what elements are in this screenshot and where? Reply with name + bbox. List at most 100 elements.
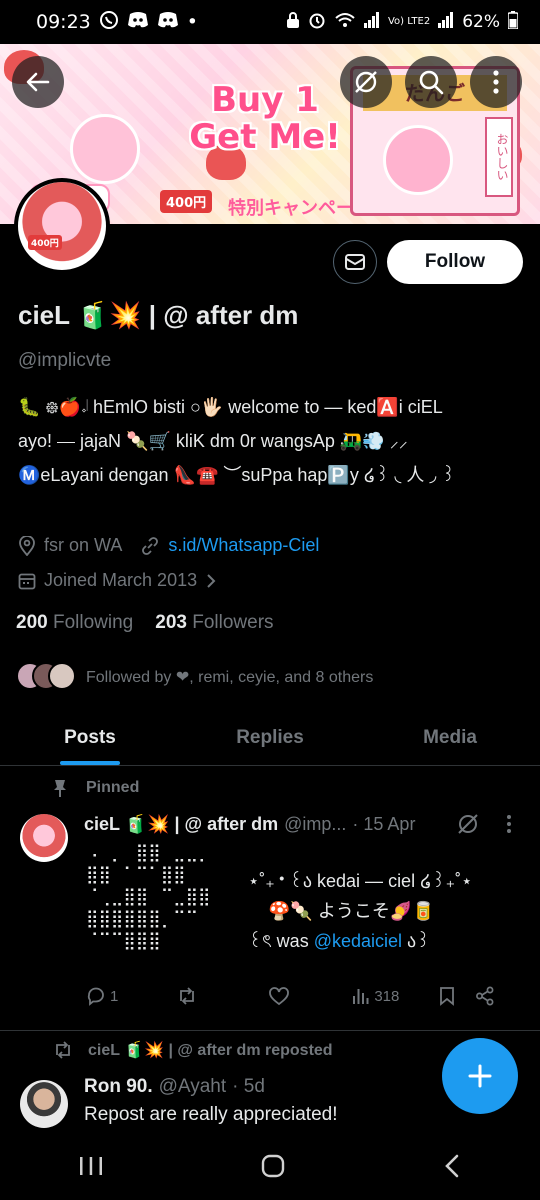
wifi-icon [334,11,356,34]
notification-dot: • [186,11,198,33]
banner-promo-text: Buy 1 Get Me! [189,80,341,157]
tab-replies[interactable]: Replies [180,710,360,765]
repost-icon [180,987,195,1005]
reply-button[interactable]: 1 [86,986,118,1006]
profile-website-link[interactable]: s.id/Whatsapp-Ciel [168,535,319,556]
post-author-handle: @imp... [284,814,347,834]
post-more-button[interactable] [506,814,512,838]
views-chart-icon [353,989,369,1004]
home-button[interactable] [260,1153,286,1183]
stall-oishii-sign: おいしい [485,117,513,197]
repost-date: · 5d [232,1076,265,1097]
battery-icon [507,10,519,34]
followers-label: Followers [192,612,274,633]
profile-bio: 🐛 ᪥🍎𝆹𝅥 hEmlO bisti ○🖐🏻 welcome to — ked🅰… [18,390,528,492]
bio-line: Ⓜ️eLayani dengan 👠☎️ ︶suPpa hap🅿️y ໒꒱ ◟ … [18,465,456,485]
pinned-indicator: Pinned [52,778,139,798]
character-illustration [383,125,453,195]
discord-icon [127,11,149,33]
vertical-dots-icon [507,815,511,833]
profile-location: fsr on WA [44,535,123,555]
post-divider [0,1030,540,1031]
reply-icon [87,987,104,1006]
following-label: Following [52,612,134,633]
post-braille-art: ⠠⠀⡀⠀⣿⣿⠀⣀⣀⡀ ⣿⣿⠀⠁⠉⠁⣿⣿⠀ ⠈⢀⣀⣿⣿⠀⠉⣀⣿⣿ ⣿⣿⣿⣿⣿⣿⡀⠉… [86,843,211,951]
follow-counts: 200 Following 203 Followers [16,612,274,634]
system-back-button[interactable] [442,1153,462,1183]
bookmark-button[interactable] [439,986,455,1006]
search-icon [419,70,444,95]
repost-button[interactable] [176,986,202,1006]
tab-posts[interactable]: Posts [0,710,180,765]
following-count: 200 [16,612,48,633]
compose-post-button[interactable] [442,1038,518,1114]
signal-icon [363,11,380,33]
profile-joined-row[interactable]: Joined March 2013 [18,570,217,591]
grok-post-button[interactable] [456,812,480,840]
post-author-avatar[interactable] [20,814,68,862]
whatsapp-icon [99,10,119,34]
alarm-icon [308,11,326,34]
like-button[interactable] [268,986,294,1006]
views-button[interactable]: 318 [352,987,399,1005]
followed-by-text: Followed by ❤, remi, ceyie, and 8 others [86,669,374,686]
location-pin-icon [19,535,35,556]
more-options-button[interactable] [470,56,522,108]
calendar-icon [18,573,36,589]
character-illustration [70,114,140,184]
repost-text: Repost are really appreciated! [84,1104,338,1125]
post-author-name[interactable]: cieL 🧃💥 | @ after dm [84,814,278,835]
recent-apps-button[interactable] [78,1154,104,1182]
repost-indicator: cieL 🧃💥 | @ after dm reposted [52,1040,333,1060]
reply-count: 1 [110,987,119,1005]
post-mention-link[interactable]: @kedaiciel [314,931,402,951]
post-header: cieL 🧃💥 | @ after dm @imp... · 15 Apr [84,814,415,835]
home-icon [261,1154,285,1178]
signal-icon [438,11,454,33]
follower-avatars [16,662,76,692]
grok-icon [458,814,478,834]
grok-icon [355,71,377,93]
battery-percent: 62% [462,12,500,32]
plus-icon [468,1064,492,1088]
followers-link[interactable]: 203 Followers [155,612,273,634]
repost-author-avatar[interactable] [20,1080,68,1128]
profile-joined-date: Joined March 2013 [44,570,198,590]
lock-icon [286,11,300,34]
pin-icon [54,780,66,797]
recent-apps-icon [80,1157,102,1175]
envelope-icon [345,254,365,270]
share-button[interactable] [475,986,495,1006]
vertical-dots-icon [493,70,499,94]
followed-by-row[interactable]: Followed by ❤, remi, ceyie, and 8 others [16,662,373,692]
discord-icon [157,11,179,33]
bio-line: 🐛 ᪥🍎𝆹𝅥 hEmlO bisti ○🖐🏻 welcome to — ked🅰… [18,397,443,417]
bookmark-icon [440,987,455,1006]
following-link[interactable]: 200 Following [16,612,133,634]
message-button[interactable] [333,240,377,284]
profile-handle: @implicvte [18,350,112,371]
system-nav-bar [0,1136,540,1200]
repost-author-handle: @Ayaht [158,1076,227,1097]
chevron-left-icon [445,1154,459,1178]
profile-avatar[interactable]: 400円 [14,178,110,274]
followers-count: 203 [155,612,187,633]
chevron-right-icon [207,573,216,588]
back-button[interactable] [12,56,64,108]
avatar [48,662,76,690]
tab-media[interactable]: Media [360,710,540,765]
link-icon [142,536,159,555]
avatar-price-badge: 400円 [28,235,62,250]
views-count: 318 [374,987,400,1005]
profile-meta-row: fsr on WA s.id/Whatsapp-Ciel [18,535,319,556]
bio-line: ayo! ⎯⎯ jajaN 🍡🛒 kliK dm 0r wangsAp 🛺💨 ⸝… [18,431,408,451]
arrow-left-icon [26,72,50,92]
status-time: 09:23 [36,11,91,33]
repost-header: Ron 90. @Ayaht · 5d [84,1076,265,1098]
grok-button[interactable] [340,56,392,108]
post-date: · 15 Apr [352,814,416,834]
heart-icon [269,987,290,1006]
follow-button[interactable]: Follow [387,240,523,284]
search-button[interactable] [405,56,457,108]
repost-author-name[interactable]: Ron 90. [84,1076,153,1098]
